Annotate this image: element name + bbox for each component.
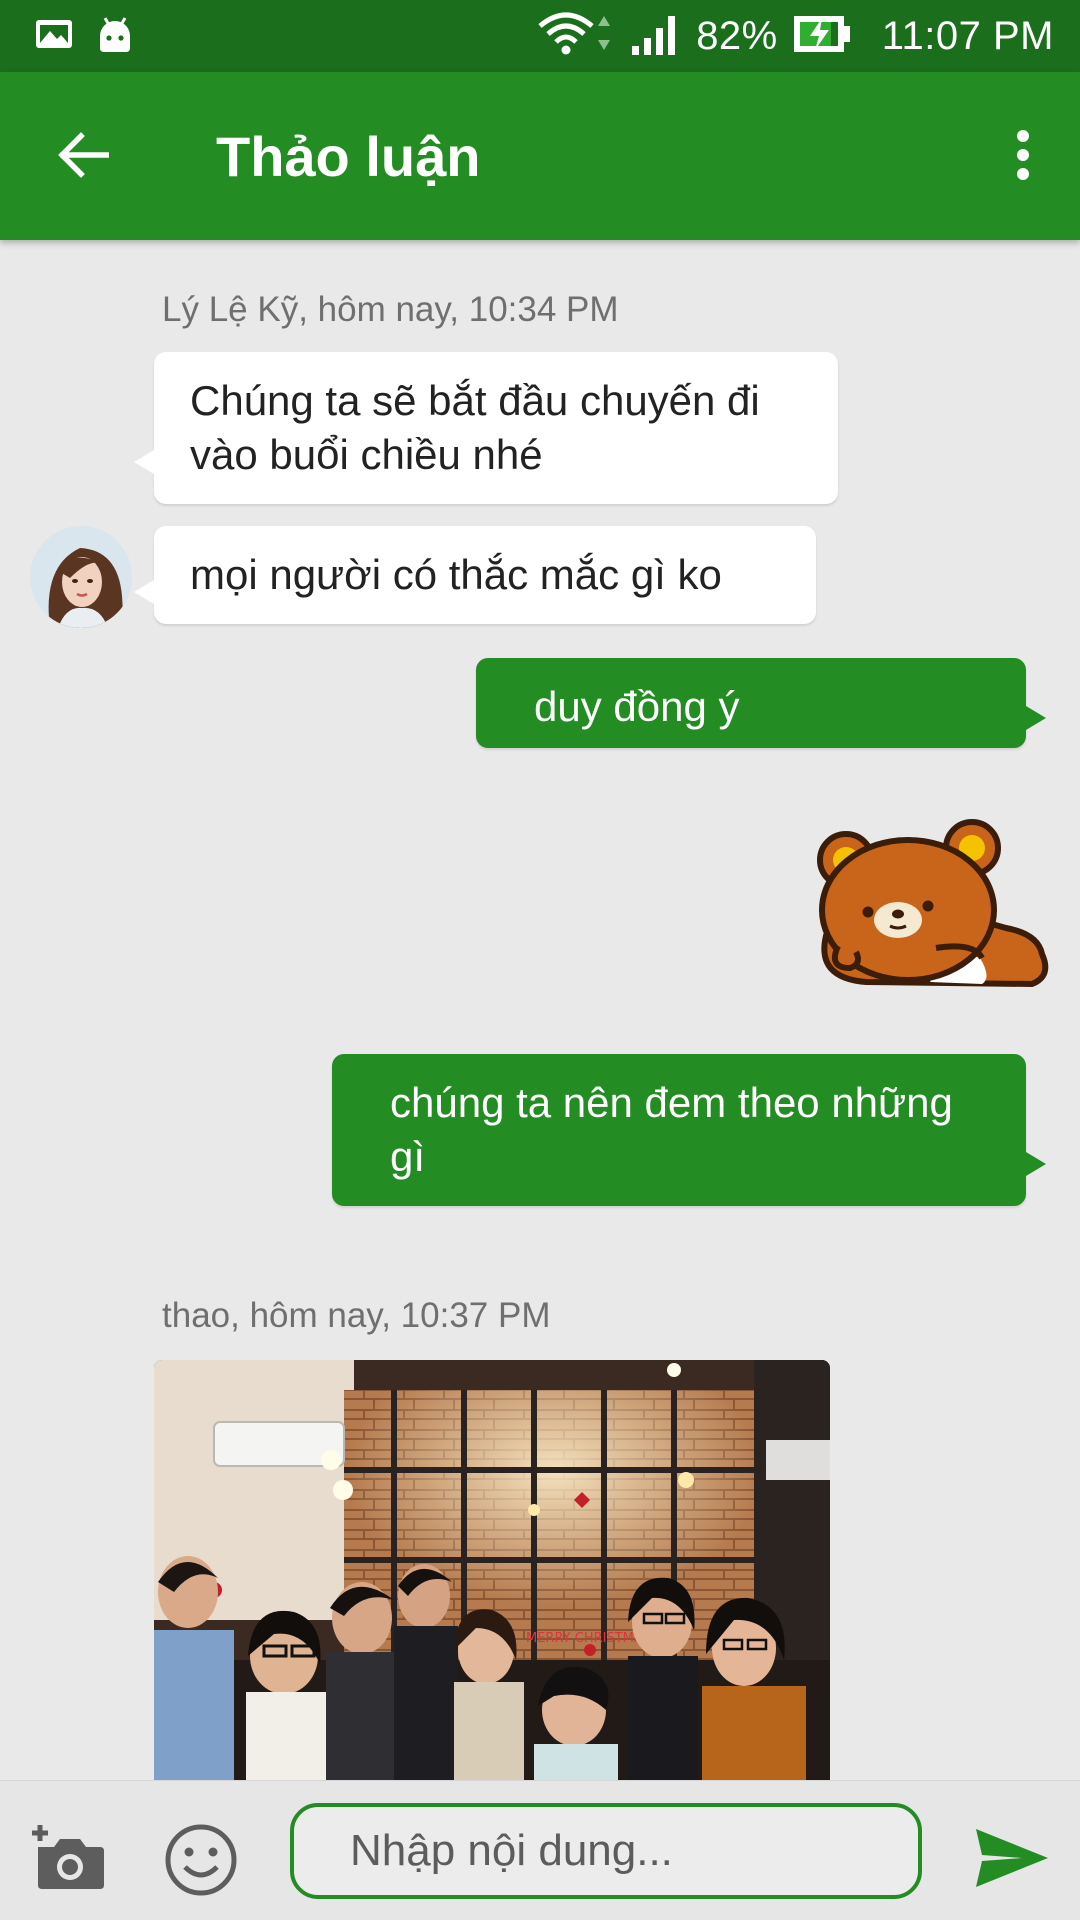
bubble-tail	[1026, 706, 1046, 730]
cell-signal-icon	[630, 12, 682, 61]
message-text: mọi người có thắc mắc gì ko	[190, 551, 722, 598]
arrow-left-icon	[57, 131, 110, 184]
message-text: Chúng ta sẽ bắt đầu chuyến đi vào buổi c…	[190, 377, 760, 478]
battery-percent: 82%	[696, 13, 778, 58]
brown-bear-sticker[interactable]	[806, 818, 1052, 992]
emoji-icon	[164, 1824, 238, 1901]
incoming-message[interactable]: mọi người có thắc mắc gì ko	[154, 526, 816, 624]
message-text: chúng ta nên đem theo những gì	[390, 1079, 953, 1180]
camera-add-icon	[28, 1825, 106, 1895]
more-vertical-icon	[1013, 128, 1033, 187]
clock: 11:07 PM	[881, 13, 1054, 58]
back-button[interactable]	[50, 124, 116, 190]
bubble-tail	[134, 580, 154, 604]
bubble-tail	[134, 450, 154, 474]
photo-sign-text: MERRY CHRISTMAS	[526, 1631, 651, 1646]
status-bar: 82% 11:07 PM	[0, 0, 1080, 72]
status-notifications	[34, 14, 134, 59]
overflow-menu-button[interactable]	[988, 122, 1058, 192]
sender-meta: Lý Lệ Kỹ, hôm nay, 10:34 PM	[162, 290, 619, 329]
group-photo[interactable]: MERRY CHRISTMAS	[154, 1360, 830, 1780]
camera-add-button[interactable]	[28, 1821, 106, 1891]
android-notification-icon	[96, 14, 134, 59]
app-bar: Thảo luận	[0, 72, 1080, 240]
message-input[interactable]	[290, 1803, 922, 1899]
page-title: Thảo luận	[216, 125, 481, 188]
gallery-notification-icon	[34, 17, 74, 56]
composer-bar	[0, 1780, 1080, 1920]
message-text: duy đồng ý	[534, 683, 740, 730]
message-list[interactable]: Lý Lệ Kỹ, hôm nay, 10:34 PM Chúng ta sẽ …	[0, 240, 1080, 1780]
outgoing-message[interactable]: duy đồng ý	[476, 658, 1026, 748]
bubble-tail	[1026, 1152, 1046, 1176]
status-system: 82% 11:07 PM	[538, 10, 1054, 63]
sender-meta: thao, hôm nay, 10:37 PM	[162, 1296, 551, 1335]
outgoing-message[interactable]: chúng ta nên đem theo những gì	[332, 1054, 1026, 1206]
emoji-button[interactable]	[164, 1823, 238, 1897]
incoming-message[interactable]: Chúng ta sẽ bắt đầu chuyến đi vào buổi c…	[154, 352, 838, 504]
send-button[interactable]	[972, 1823, 1052, 1893]
battery-charging-icon	[792, 12, 852, 61]
avatar[interactable]	[30, 526, 132, 628]
wifi-icon	[538, 10, 616, 63]
send-icon	[972, 1829, 1052, 1897]
